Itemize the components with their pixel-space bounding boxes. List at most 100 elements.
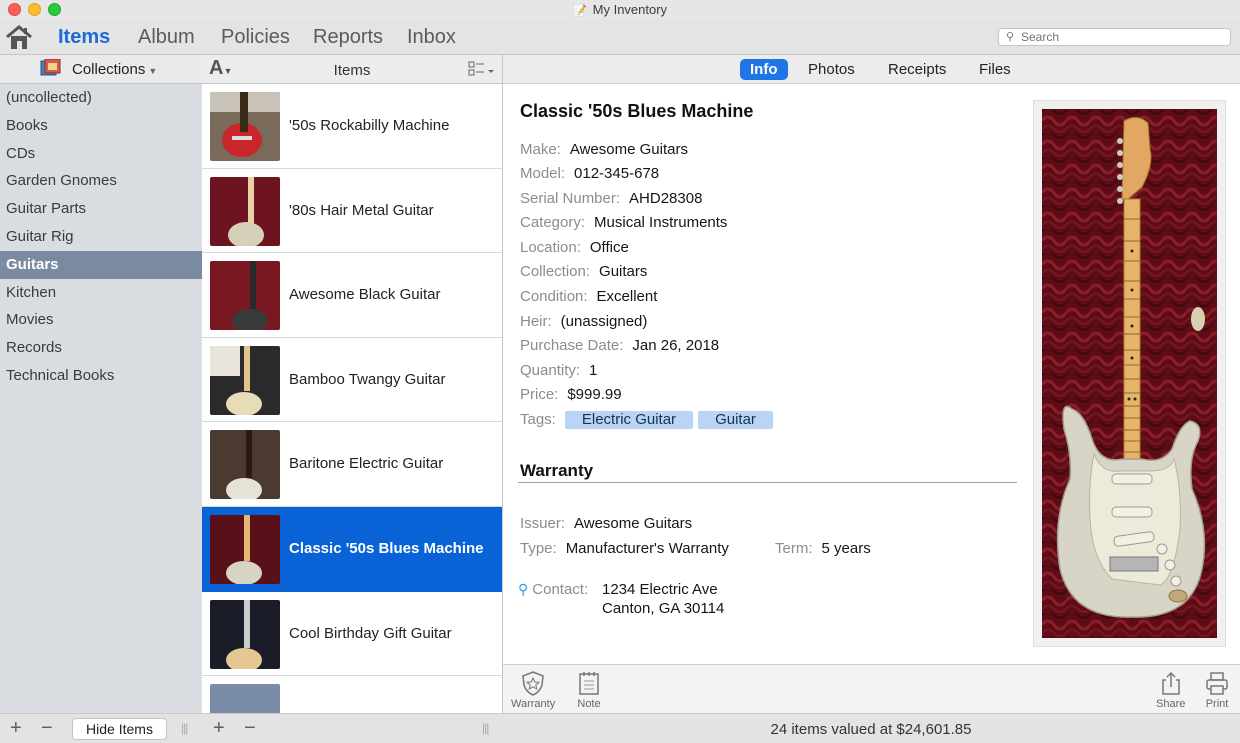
collection-item[interactable]: Technical Books (0, 362, 202, 390)
contact-address-line2: Canton, GA 30114 (602, 600, 724, 617)
collections-header[interactable]: Collections ▼ (0, 55, 202, 84)
collection-item[interactable]: Guitar Parts (0, 195, 202, 223)
field-label: Location: (520, 239, 581, 256)
item-name: '80s Hair Metal Guitar (289, 201, 434, 219)
nav-tab-items[interactable]: Items (58, 26, 110, 49)
nav-tab-inbox[interactable]: Inbox (407, 26, 456, 49)
field-value[interactable]: 012-345-678 (574, 165, 659, 182)
hide-items-button[interactable]: Hide Items (72, 718, 167, 740)
divider (518, 482, 1017, 483)
item-photo[interactable] (1033, 100, 1226, 647)
field-label: Serial Number: (520, 190, 621, 207)
field-value[interactable]: Musical Instruments (594, 214, 727, 231)
collection-item[interactable]: CDs (0, 140, 202, 168)
collections-list: (uncollected) Books CDs Garden Gnomes Gu… (0, 84, 202, 390)
field-value[interactable]: Office (590, 239, 629, 256)
nav-tab-reports[interactable]: Reports (313, 26, 383, 49)
field-label: Heir: (520, 313, 552, 330)
item-thumbnail (210, 599, 280, 669)
field-price: Price: $999.99 (520, 386, 622, 403)
list-item-selected[interactable]: Classic '50s Blues Machine (202, 506, 502, 592)
field-make: Make: Awesome Guitars (520, 141, 688, 158)
search-box[interactable]: ⚲ (998, 28, 1231, 46)
detail-actions-bar: Warranty Note Share Print (503, 664, 1240, 714)
list-item[interactable]: Cool Birthday Gift Guitar (202, 592, 502, 677)
warranty-action-label: Warranty (511, 698, 556, 710)
document-icon: 📝 (572, 5, 587, 17)
item-thumbnail (210, 684, 280, 713)
tab-receipts[interactable]: Receipts (878, 59, 956, 80)
field-value[interactable]: $999.99 (567, 386, 621, 403)
nav-tab-album[interactable]: Album (138, 26, 195, 49)
collection-item[interactable]: Garden Gnomes (0, 167, 202, 195)
item-thumbnail (210, 430, 280, 500)
resize-handle[interactable]: ||| (181, 721, 188, 735)
search-input[interactable] (1021, 30, 1221, 44)
warranty-action-button[interactable]: Warranty (511, 670, 555, 710)
item-name: Awesome Black Guitar (289, 286, 441, 304)
list-item[interactable]: '80s Hair Metal Guitar (202, 169, 502, 254)
field-label: Type: (520, 540, 557, 557)
warranty-type: Type: Manufacturer's Warranty (520, 540, 729, 557)
share-action-button[interactable]: Share (1156, 670, 1185, 710)
field-category: Category: Musical Instruments (520, 214, 727, 231)
view-options-icon[interactable] (468, 61, 496, 77)
field-value[interactable]: Awesome Guitars (570, 141, 688, 158)
list-item-partial[interactable] (202, 676, 502, 713)
tag-chip[interactable]: Guitar (698, 411, 773, 429)
field-value[interactable]: Awesome Guitars (574, 515, 692, 532)
home-icon[interactable] (5, 24, 33, 50)
tab-info[interactable]: Info (740, 59, 788, 80)
field-value[interactable]: (unassigned) (561, 313, 648, 330)
field-value[interactable]: AHD28308 (629, 190, 702, 207)
field-label: Purchase Date: (520, 337, 624, 354)
field-value[interactable]: Canton, GA 30114 (602, 600, 724, 617)
tab-photos[interactable]: Photos (798, 59, 865, 80)
remove-collection-button[interactable]: − (41, 717, 53, 739)
note-action-button[interactable]: Note (576, 670, 602, 710)
collection-item[interactable]: (uncollected) (0, 84, 202, 112)
item-thumbnail (210, 261, 280, 331)
items-list-pane: A▼ Items '50s Rockabilly Machine '80s Ha… (202, 55, 503, 713)
chevron-down-icon: ▼ (148, 66, 158, 76)
search-icon: ⚲ (1006, 31, 1015, 43)
resize-handle[interactable]: ||| (482, 721, 489, 735)
item-name: '50s Rockabilly Machine (289, 117, 450, 134)
field-value[interactable]: Manufacturer's Warranty (566, 540, 729, 557)
collection-item[interactable]: Books (0, 112, 202, 140)
list-item[interactable]: Awesome Black Guitar (202, 253, 502, 338)
tag-chip[interactable]: Electric Guitar (564, 411, 694, 429)
field-label: Make: (520, 141, 561, 158)
detail-tabs: Info Photos Receipts Files (503, 55, 1240, 84)
field-value[interactable]: Guitars (599, 263, 647, 280)
note-action-label: Note (577, 698, 601, 710)
field-label: Tags: (520, 411, 556, 428)
window-title: 📝 My Inventory (572, 2, 668, 17)
field-value[interactable]: Excellent (597, 288, 658, 305)
collection-item[interactable]: Movies (0, 306, 202, 334)
print-action-button[interactable]: Print (1204, 670, 1230, 710)
collection-item[interactable]: Guitar Rig (0, 223, 202, 251)
share-action-label: Share (1156, 698, 1186, 710)
nav-tab-policies[interactable]: Policies (221, 26, 290, 49)
print-action-label: Print (1205, 698, 1229, 710)
list-item[interactable]: '50s Rockabilly Machine (202, 84, 502, 169)
add-collection-button[interactable]: + (10, 717, 22, 739)
collection-item-selected[interactable]: Guitars (0, 250, 202, 279)
field-value[interactable]: 1234 Electric Ave (602, 581, 718, 598)
remove-item-button[interactable]: − (244, 717, 256, 739)
shield-star-icon (522, 671, 544, 696)
field-tags: Tags: Electric Guitar Guitar (520, 411, 778, 429)
field-value[interactable]: 5 years (822, 540, 871, 557)
collections-sidebar: Collections ▼ (uncollected) Books CDs Gar… (0, 55, 203, 713)
location-pin-icon[interactable]: ⚲ (518, 581, 528, 597)
list-item[interactable]: Bamboo Twangy Guitar (202, 338, 502, 423)
add-item-button[interactable]: + (213, 717, 225, 739)
field-value[interactable]: Jan 26, 2018 (632, 337, 719, 354)
tab-files[interactable]: Files (969, 59, 1021, 80)
collection-item[interactable]: Kitchen (0, 279, 202, 307)
field-value[interactable]: 1 (589, 362, 597, 379)
collections-icon (40, 59, 61, 76)
collection-item[interactable]: Records (0, 334, 202, 362)
list-item[interactable]: Baritone Electric Guitar (202, 422, 502, 507)
